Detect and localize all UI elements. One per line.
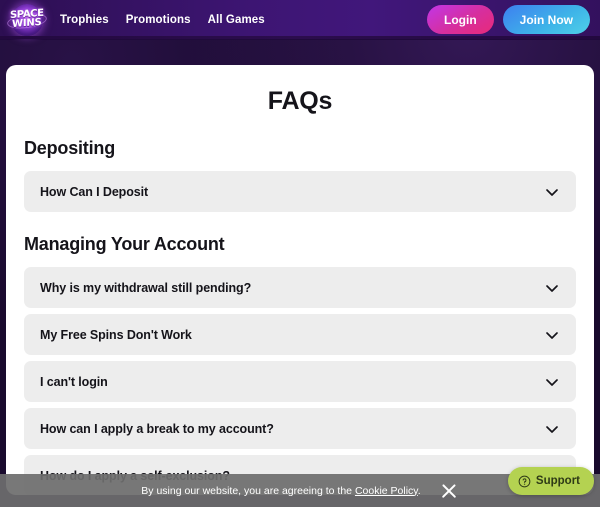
accordion-label: My Free Spins Don't Work bbox=[40, 327, 192, 342]
support-button[interactable]: Support bbox=[507, 467, 594, 495]
nav-item-all-games[interactable]: All Games bbox=[208, 14, 265, 26]
faq-section-managing-your-account: Managing Your Account Why is my withdraw… bbox=[24, 234, 576, 495]
main-navigation: Trophies Promotions All Games bbox=[60, 14, 265, 26]
chevron-down-icon[interactable] bbox=[544, 327, 560, 343]
support-button-label: Support bbox=[535, 475, 580, 487]
space-wins-logo[interactable]: SPACE WINS bbox=[4, 1, 50, 39]
accordion-label: How can I apply a break to my account? bbox=[40, 421, 274, 436]
chevron-down-icon[interactable] bbox=[544, 421, 560, 437]
site-header: SPACE WINS Trophies Promotions All Games… bbox=[0, 0, 600, 40]
section-title: Managing Your Account bbox=[24, 234, 225, 254]
cookie-banner-text: By using our website, you are agreeing t… bbox=[141, 485, 420, 497]
accordion-item[interactable]: My Free Spins Don't Work bbox=[24, 314, 576, 355]
faq-section-depositing: Depositing How Can I Deposit bbox=[24, 138, 576, 212]
accordion-item[interactable]: How can I apply a break to my account? bbox=[24, 408, 576, 449]
accordion-item[interactable]: How Can I Deposit bbox=[24, 171, 576, 212]
chevron-down-icon[interactable] bbox=[544, 374, 560, 390]
chevron-down-icon[interactable] bbox=[544, 280, 560, 296]
nav-item-trophies[interactable]: Trophies bbox=[60, 14, 109, 26]
question-mark-circle-icon bbox=[518, 475, 531, 487]
accordion-label: How Can I Deposit bbox=[40, 184, 149, 199]
logo-text: SPACE WINS bbox=[10, 8, 44, 30]
close-icon[interactable] bbox=[439, 481, 459, 501]
join-now-button[interactable]: Join Now bbox=[502, 5, 590, 34]
cookie-text-before: By using our website, you are agreeing t… bbox=[141, 484, 355, 497]
nav-item-promotions[interactable]: Promotions bbox=[126, 14, 191, 26]
accordion-item[interactable]: I can't login bbox=[24, 361, 576, 402]
header-actions: Login Join Now bbox=[427, 5, 590, 34]
accordion-label: I can't login bbox=[40, 374, 108, 389]
cookie-policy-link[interactable]: Cookie Policy bbox=[355, 485, 418, 497]
accordion-label: Why is my withdrawal still pending? bbox=[40, 280, 252, 295]
cookie-text-after: . bbox=[417, 484, 421, 497]
page-root: SPACE WINS Trophies Promotions All Games… bbox=[0, 0, 600, 507]
section-title: Depositing bbox=[24, 138, 115, 158]
accordion-item[interactable]: Why is my withdrawal still pending? bbox=[24, 267, 576, 308]
login-button[interactable]: Login bbox=[427, 5, 494, 34]
faq-card: FAQs Depositing How Can I Deposit Managi… bbox=[6, 65, 594, 495]
chevron-down-icon[interactable] bbox=[544, 184, 560, 200]
page-title: FAQs bbox=[267, 87, 333, 115]
faq-card-inner: FAQs Depositing How Can I Deposit Managi… bbox=[6, 65, 594, 495]
